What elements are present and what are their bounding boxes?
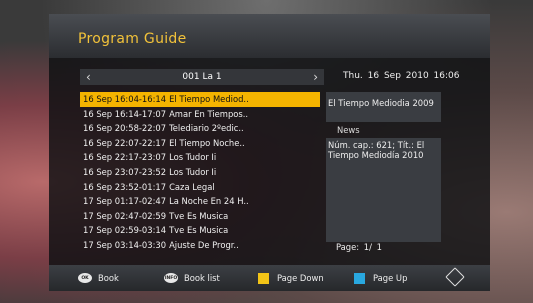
program-time: 16 Sep 23:07-23:52 bbox=[83, 166, 167, 177]
program-name: El Tiempo Mediod.. bbox=[169, 94, 249, 104]
page-indicator: Page: 1/ 1 bbox=[336, 242, 382, 252]
program-name: La Noche En 24 H.. bbox=[169, 196, 249, 207]
program-time: 16 Sep 23:52-01:17 bbox=[83, 181, 167, 192]
clock: Thu. 16 Sep 2010 16:06 bbox=[343, 71, 460, 81]
program-time: 16 Sep 16:04-16:14 bbox=[83, 94, 167, 104]
program-time: 16 Sep 16:14-17:07 bbox=[83, 108, 167, 119]
program-name: Caza Legal bbox=[169, 181, 215, 192]
program-name: Telediario 2ºedic.. bbox=[169, 123, 244, 134]
program-row[interactable]: 17 Sep 03:14-03:30 Ajuste De Progr.. bbox=[80, 238, 320, 253]
program-row[interactable]: 16 Sep 16:04-16:14 El Tiempo Mediod.. bbox=[80, 92, 320, 107]
chevron-right-icon[interactable]: › bbox=[313, 69, 318, 85]
book-list-button[interactable]: INFO Book list bbox=[164, 270, 220, 286]
program-time: 16 Sep 22:17-23:07 bbox=[83, 152, 167, 163]
program-time: 17 Sep 02:47-02:59 bbox=[83, 210, 167, 221]
program-row[interactable]: 16 Sep 22:07-22:17 El Tiempo Noche.. bbox=[80, 136, 320, 151]
page-down-button[interactable]: Page Down bbox=[258, 270, 324, 286]
book-list-label: Book list bbox=[184, 273, 220, 283]
navigation-arrows-icon bbox=[445, 267, 465, 287]
channel-name: 001 La 1 bbox=[182, 72, 222, 82]
program-time: 16 Sep 20:58-22:07 bbox=[83, 123, 167, 134]
page-down-label: Page Down bbox=[277, 273, 324, 283]
program-row[interactable]: 16 Sep 23:07-23:52 Los Tudor Ii bbox=[80, 165, 320, 180]
description-line: Núm. cap.: 621; Tít.: El bbox=[328, 140, 425, 150]
page-up-label: Page Up bbox=[373, 273, 408, 283]
book-button[interactable]: OK Book bbox=[78, 270, 119, 286]
program-time: 16 Sep 22:07-22:17 bbox=[83, 137, 167, 148]
description-line: Tiempo Mediodía 2010 bbox=[328, 150, 424, 160]
yellow-key-icon bbox=[258, 272, 269, 284]
clock-day: Thu. bbox=[343, 71, 363, 81]
program-time: 17 Sep 01:17-02:47 bbox=[83, 196, 167, 207]
clock-date: 16 Sep 2010 16:06 bbox=[367, 71, 460, 81]
program-name: Amar En Tiempos.. bbox=[169, 108, 249, 119]
program-row[interactable]: 17 Sep 01:17-02:47 La Noche En 24 H.. bbox=[80, 194, 320, 209]
book-label: Book bbox=[98, 273, 119, 283]
program-time: 17 Sep 02:59-03:14 bbox=[83, 225, 167, 236]
program-row[interactable]: 17 Sep 02:47-02:59 Tve Es Musica bbox=[80, 209, 320, 224]
program-title: El Tiempo Mediodia 2009 bbox=[328, 98, 434, 108]
program-row[interactable]: 17 Sep 02:59-03:14 Tve Es Musica bbox=[80, 223, 320, 238]
ok-key-icon: OK bbox=[78, 273, 92, 283]
program-time: 17 Sep 03:14-03:30 bbox=[83, 239, 167, 250]
program-name: El Tiempo Noche.. bbox=[169, 137, 245, 148]
program-list: 16 Sep 16:04-16:14 El Tiempo Mediod.. 16 S… bbox=[80, 92, 320, 253]
program-row[interactable]: 16 Sep 22:17-23:07 Los Tudor Ii bbox=[80, 150, 320, 165]
chevron-left-icon[interactable]: ‹ bbox=[86, 69, 91, 85]
program-description: Núm. cap.: 621; Tít.: El Tiempo Mediodía… bbox=[328, 140, 424, 160]
program-name: Tve Es Musica bbox=[169, 225, 229, 236]
info-key-icon: INFO bbox=[164, 273, 178, 283]
channel-selector[interactable]: ‹ 001 La 1 › bbox=[80, 69, 324, 85]
program-name: Los Tudor Ii bbox=[169, 152, 217, 163]
genre-label: News bbox=[337, 125, 360, 135]
program-name: Tve Es Musica bbox=[169, 210, 229, 221]
program-row[interactable]: 16 Sep 20:58-22:07 Telediario 2ºedic.. bbox=[80, 121, 320, 136]
program-row[interactable]: 16 Sep 16:14-17:07 Amar En Tiempos.. bbox=[80, 107, 320, 122]
program-row[interactable]: 16 Sep 23:52-01:17 Caza Legal bbox=[80, 180, 320, 195]
program-name: Ajuste De Progr.. bbox=[169, 239, 239, 250]
page-title: Program Guide bbox=[78, 31, 187, 47]
blue-key-icon bbox=[354, 272, 365, 284]
program-name: Los Tudor Ii bbox=[169, 166, 217, 177]
page-up-button[interactable]: Page Up bbox=[354, 270, 407, 286]
